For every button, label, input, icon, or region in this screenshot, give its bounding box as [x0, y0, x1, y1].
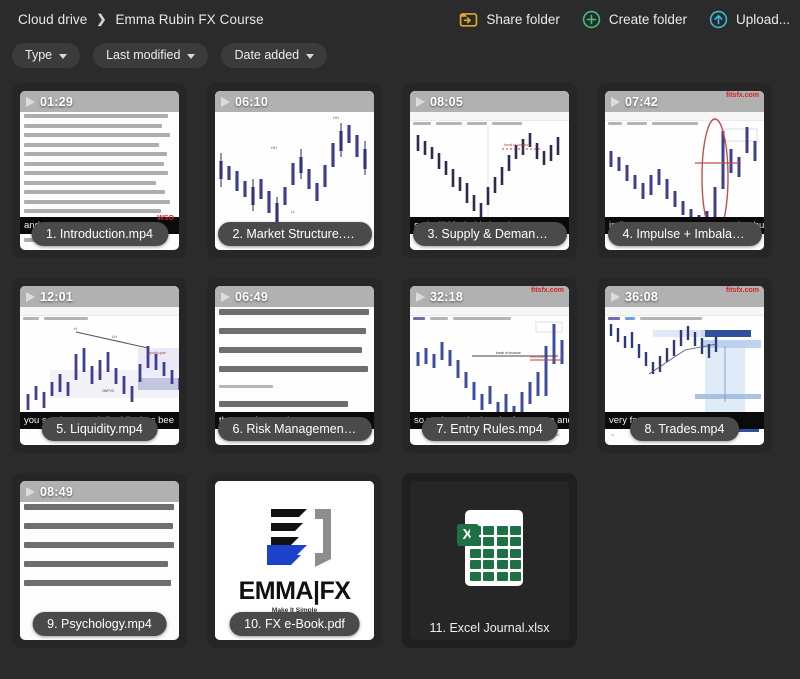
svg-text:HH: HH	[333, 115, 339, 120]
play-icon	[611, 291, 620, 302]
filter-date-added[interactable]: Date added	[221, 42, 328, 68]
toolbar-actions: Share folder Create folder Upload...	[459, 0, 790, 38]
play-icon	[611, 96, 620, 107]
share-folder-label: Share folder	[486, 11, 560, 27]
video-header: 08:05	[410, 91, 569, 112]
file-name: 6. Risk Management....	[217, 417, 372, 441]
video-duration: 06:10	[235, 94, 268, 109]
svg-text:LH: LH	[112, 335, 117, 339]
upload-label: Upload...	[735, 11, 790, 27]
svg-text:break of structure: break of structure	[504, 143, 530, 147]
video-duration: 06:49	[235, 289, 268, 304]
breadcrumb-root[interactable]: Cloud drive	[18, 12, 87, 27]
video-duration: 12:01	[40, 289, 73, 304]
play-icon	[221, 291, 230, 302]
create-folder-label: Create folder	[608, 11, 687, 27]
play-icon	[416, 96, 425, 107]
video-duration: 36:08	[625, 289, 658, 304]
watermark: WSO	[157, 215, 174, 222]
file-name: 9. Psychology.mp4	[32, 612, 167, 636]
file-card[interactable]: EMMA|FX Make It Simple 10. FX e-Book.pdf	[207, 473, 382, 648]
filter-bar: Type Last modified Date added	[0, 40, 800, 70]
file-name: 3. Supply & Demand....	[412, 222, 567, 246]
play-icon	[26, 486, 35, 497]
filter-type-label: Type	[25, 48, 53, 62]
breadcrumb: Cloud drive ❯ Emma Rubin FX Course	[18, 12, 264, 27]
pdf-brand-title: EMMA|FX	[238, 577, 351, 605]
watermark: fitsfx.com	[725, 287, 759, 294]
chevron-right-icon: ❯	[96, 12, 107, 26]
chevron-down-icon	[59, 53, 68, 59]
filter-type[interactable]: Type	[12, 42, 81, 68]
create-folder-button[interactable]: Create folder	[582, 10, 687, 29]
svg-text:OB/FVG: OB/FVG	[102, 389, 115, 393]
file-grid: WSO and v 01:29 1. Introduction.mp4 LL H…	[0, 70, 800, 648]
file-name: 4. Impulse + Imbalanc...	[607, 222, 762, 246]
file-name: 7. Entry Rules.mp4	[421, 417, 558, 441]
file-card[interactable]: fitsfx.com break of structure entry poin…	[402, 278, 577, 453]
file-card[interactable]: break of structure so I will Mark this b…	[402, 83, 577, 258]
filter-date-added-label: Date added	[234, 48, 300, 62]
video-header: 01:29	[20, 91, 179, 112]
watermark: fitsfx.com	[725, 92, 759, 99]
file-name: 1. Introduction.mp4	[30, 222, 169, 246]
excel-preview: X	[410, 481, 569, 640]
svg-text:entry point: entry point	[530, 355, 544, 359]
share-folder-icon	[460, 12, 478, 27]
video-header: 08:49	[20, 481, 179, 502]
file-card[interactable]: fitsfx.com 1012141618	[597, 278, 772, 453]
file-name: 11. Excel Journal.xlsx	[429, 621, 550, 635]
video-duration: 08:49	[40, 484, 73, 499]
video-header: 06:10	[215, 91, 374, 112]
share-folder-button[interactable]: Share folder	[459, 10, 560, 29]
chevron-down-icon	[306, 53, 315, 59]
file-card[interactable]: H LH liquidity grab equal lows OB/FVG yo…	[12, 278, 187, 453]
file-name: 5. Liquidity.mp4	[41, 417, 158, 441]
filter-last-modified[interactable]: Last modified	[93, 42, 209, 68]
video-header: 12:01	[20, 286, 179, 307]
video-duration: 01:29	[40, 94, 73, 109]
chevron-down-icon	[187, 53, 196, 59]
upload-button[interactable]: Upload...	[709, 10, 790, 29]
file-card[interactable]: WSO and v 01:29 1. Introduction.mp4	[12, 83, 187, 258]
svg-text:10: 10	[611, 433, 615, 437]
file-card[interactable]: fitsfx.com indicates a very strong power…	[597, 83, 772, 258]
svg-text:break of structure: break of structure	[496, 351, 521, 355]
file-name: 8. Trades.mp4	[629, 417, 740, 441]
svg-text:liquidity grab: liquidity grab	[148, 351, 166, 355]
video-duration: 32:18	[430, 289, 463, 304]
video-header: 06:49	[215, 286, 374, 307]
emma-fx-logo-icon	[250, 496, 339, 576]
play-icon	[26, 291, 35, 302]
top-bar: Cloud drive ❯ Emma Rubin FX Course Share…	[0, 0, 800, 38]
file-thumbnail: X	[410, 481, 569, 640]
breadcrumb-current[interactable]: Emma Rubin FX Course	[115, 12, 263, 27]
svg-text:HH: HH	[271, 145, 277, 150]
play-icon	[416, 291, 425, 302]
file-name: 2. Market Structure.m...	[217, 222, 372, 246]
watermark: fitsfx.com	[530, 287, 564, 294]
filter-last-modified-label: Last modified	[106, 48, 181, 62]
file-card[interactable]: 08:49 9. Psychology.mp4	[12, 473, 187, 648]
video-duration: 07:42	[625, 94, 658, 109]
play-icon	[26, 96, 35, 107]
plus-circle-icon	[582, 10, 601, 28]
file-card[interactable]: LL HH HH 06:10 2. Market Structure.m...	[207, 83, 382, 258]
video-duration: 08:05	[430, 94, 463, 109]
svg-text:00: 00	[556, 433, 560, 437]
file-name: 10. FX e-Book.pdf	[229, 612, 360, 636]
svg-text:H: H	[74, 327, 77, 331]
file-card[interactable]: X 11. Excel Journal.xlsx	[402, 473, 577, 648]
upload-circle-icon	[709, 10, 728, 28]
svg-text:LL: LL	[291, 209, 296, 214]
excel-icon: X	[456, 509, 523, 586]
play-icon	[221, 96, 230, 107]
file-card[interactable]: that you know when to stop 06:49 6. Risk…	[207, 278, 382, 453]
